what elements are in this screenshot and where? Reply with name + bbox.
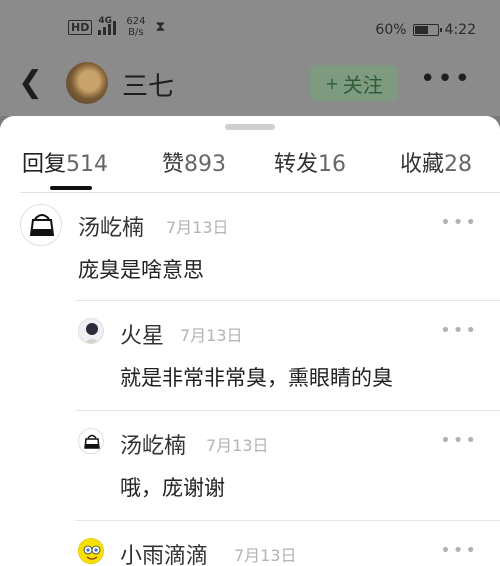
bag-icon bbox=[21, 205, 61, 245]
status-right-group: 60% 4:22 bbox=[375, 22, 476, 38]
network-speed: 624 B/s bbox=[126, 16, 145, 38]
tab-likes-count: 893 bbox=[184, 152, 227, 177]
network-speed-value: 624 bbox=[126, 16, 146, 27]
commenter-avatar[interactable] bbox=[78, 318, 104, 344]
back-arrow-icon[interactable]: ❮ bbox=[18, 66, 43, 100]
tab-reposts[interactable]: 转发16 bbox=[274, 146, 346, 178]
commenter-name[interactable]: 汤屹楠 bbox=[78, 210, 144, 242]
comments-sheet: 回复514 赞893 转发16 收藏28 汤屹楠 7月13日 ••• 庞臭是啥意… bbox=[0, 116, 500, 566]
tab-favorites-count: 28 bbox=[444, 152, 473, 177]
comment-divider bbox=[75, 300, 500, 301]
tab-favorites[interactable]: 收藏28 bbox=[400, 146, 472, 178]
reply-item: 火星 7月13日 ••• 就是非常非常臭，熏眼睛的臭 bbox=[0, 312, 500, 412]
plus-icon: + bbox=[325, 73, 339, 93]
status-bar: HD 4G 624 B/s ⧗ 60% 4:22 bbox=[0, 0, 500, 50]
comment-date: 7月13日 bbox=[166, 218, 229, 237]
comment-text: 就是非常非常臭，熏眼睛的臭 bbox=[120, 366, 393, 390]
tab-replies[interactable]: 回复514 bbox=[22, 146, 108, 178]
more-options-icon[interactable]: ••• bbox=[440, 540, 478, 561]
tab-likes[interactable]: 赞893 bbox=[162, 146, 226, 178]
profile-avatar[interactable] bbox=[66, 62, 108, 104]
more-options-icon[interactable]: ••• bbox=[440, 212, 478, 233]
more-options-icon[interactable]: ••• bbox=[440, 320, 478, 341]
battery-icon bbox=[412, 24, 442, 36]
bag-icon bbox=[79, 429, 103, 453]
comment-date: 7月13日 bbox=[180, 326, 243, 345]
top-nav-bar: ❮ 三七 + 关注 ••• bbox=[0, 50, 500, 116]
comment-text: 庞臭是啥意思 bbox=[78, 258, 204, 282]
profile-username[interactable]: 三七 bbox=[122, 66, 174, 103]
hourglass-icon: ⧗ bbox=[155, 19, 166, 35]
tab-replies-label: 回复 bbox=[22, 152, 67, 177]
commenter-avatar[interactable] bbox=[78, 428, 104, 454]
commenter-avatar[interactable] bbox=[78, 538, 104, 564]
tab-replies-count: 514 bbox=[66, 152, 109, 177]
battery-percent: 60% bbox=[375, 22, 407, 38]
network-speed-unit: B/s bbox=[128, 27, 144, 38]
tab-reposts-label: 转发 bbox=[274, 152, 319, 177]
comment-date: 7月13日 bbox=[206, 436, 269, 455]
tab-likes-label: 赞 bbox=[162, 152, 185, 177]
commenter-name[interactable]: 汤屹楠 bbox=[120, 428, 186, 460]
more-options-icon[interactable]: ••• bbox=[420, 64, 472, 94]
tabs-divider bbox=[20, 192, 500, 193]
comment-divider bbox=[75, 410, 500, 411]
status-left-group: HD 4G 624 B/s ⧗ bbox=[68, 16, 165, 38]
person-icon bbox=[79, 319, 103, 343]
tab-reposts-count: 16 bbox=[318, 152, 347, 177]
follow-button-label: 关注 bbox=[342, 72, 383, 97]
tab-favorites-label: 收藏 bbox=[400, 152, 445, 177]
comment-divider bbox=[75, 520, 500, 521]
network-type-label: 4G bbox=[98, 16, 112, 26]
comment-text: 哦，庞谢谢 bbox=[120, 476, 225, 500]
commenter-name[interactable]: 小雨滴滴 bbox=[120, 538, 208, 566]
comment-date: 7月13日 bbox=[234, 546, 297, 565]
signal-icon: 4G bbox=[98, 16, 117, 35]
comment-item: 汤屹楠 7月13日 ••• 庞臭是啥意思 bbox=[0, 202, 500, 302]
hd-badge: HD bbox=[68, 19, 93, 35]
reply-item: 小雨滴滴 7月13日 ••• bbox=[0, 532, 500, 566]
drag-handle[interactable] bbox=[225, 124, 275, 130]
reply-item: 汤屹楠 7月13日 ••• 哦，庞谢谢 bbox=[0, 422, 500, 522]
cartoon-face-icon bbox=[79, 539, 103, 563]
active-tab-indicator bbox=[50, 186, 92, 190]
follow-button[interactable]: + 关注 bbox=[310, 65, 398, 101]
commenter-name[interactable]: 火星 bbox=[120, 318, 164, 350]
commenter-avatar[interactable] bbox=[20, 204, 62, 246]
more-options-icon[interactable]: ••• bbox=[440, 430, 478, 451]
clock: 4:22 bbox=[444, 22, 476, 38]
